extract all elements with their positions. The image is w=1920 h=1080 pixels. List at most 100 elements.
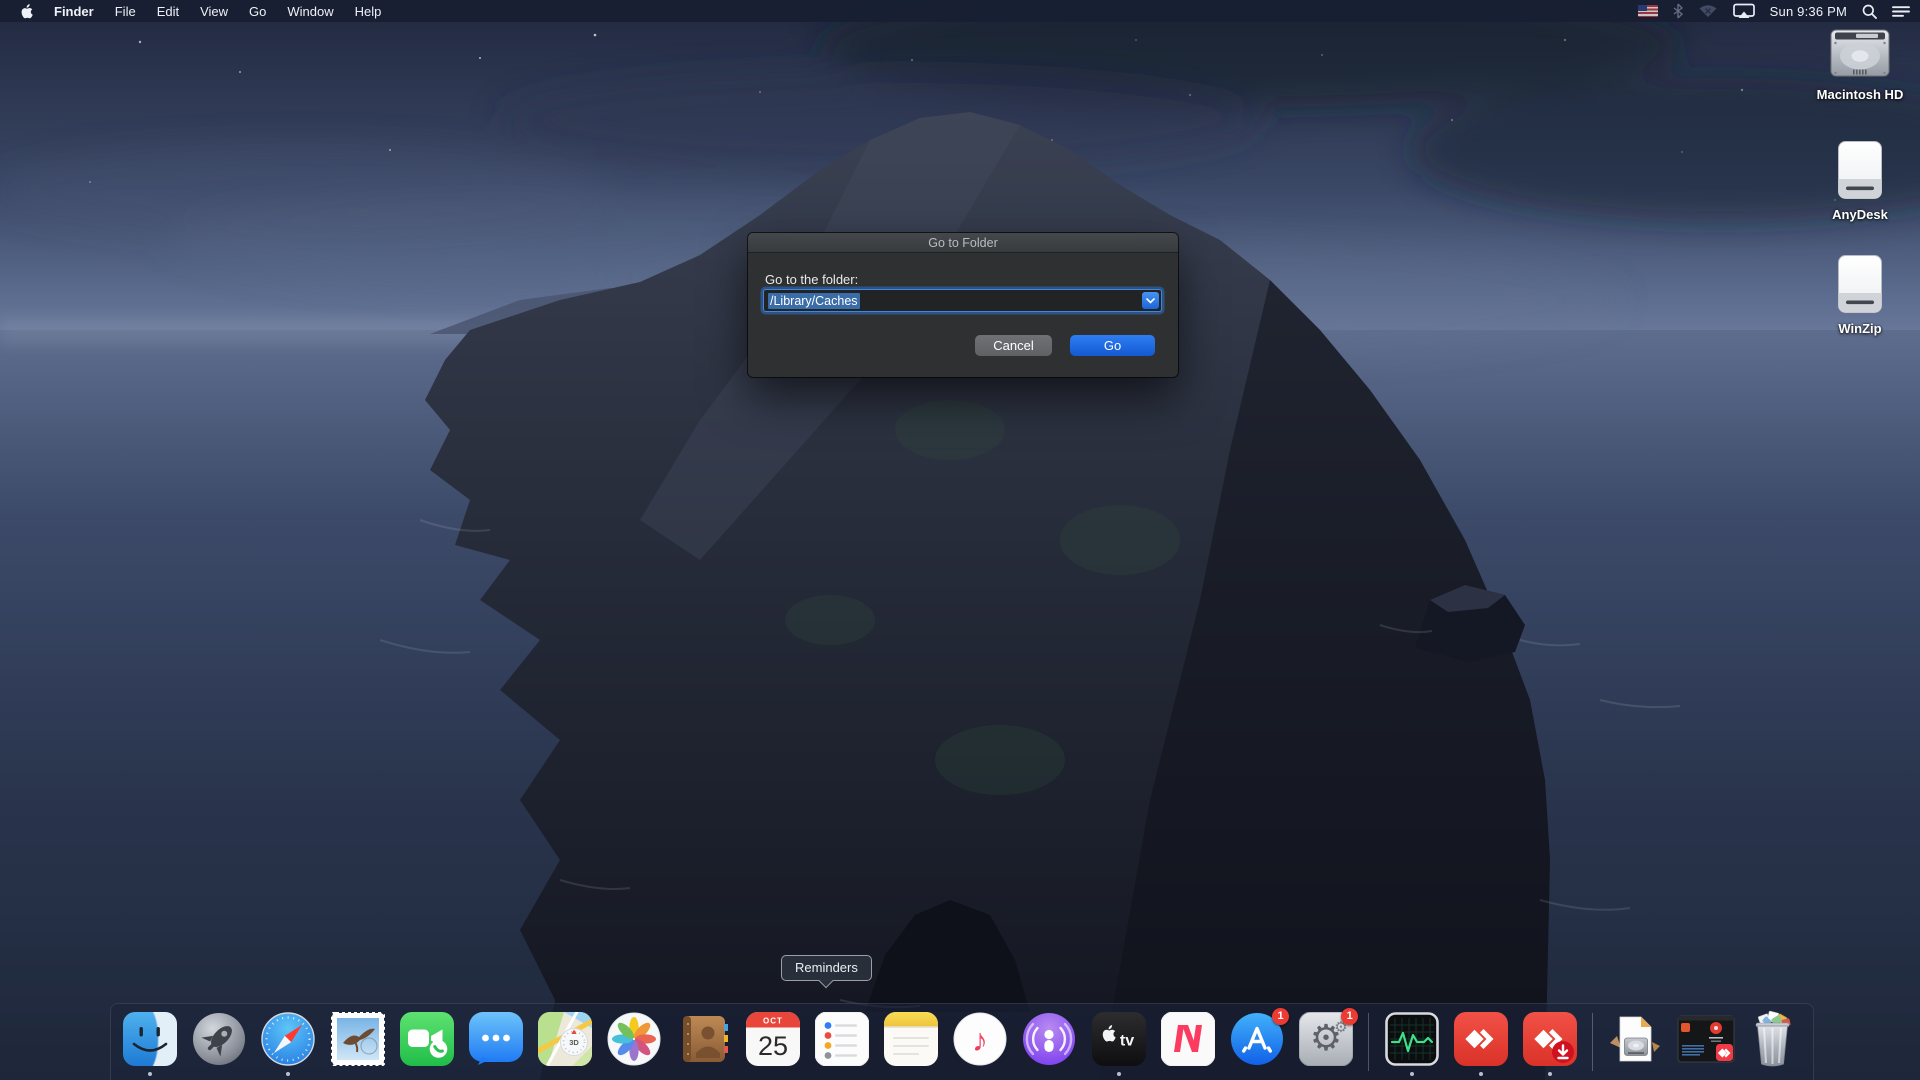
dock-anydesk-installer[interactable] xyxy=(1522,1012,1577,1078)
desktop-icon-anydesk[interactable]: AnyDesk xyxy=(1812,140,1908,222)
anydesk-icon xyxy=(1453,1012,1508,1066)
menu-item-go[interactable]: Go xyxy=(249,4,266,19)
running-indicator xyxy=(1547,1072,1552,1076)
apple-menu[interactable] xyxy=(20,3,33,19)
external-drive-icon xyxy=(1812,254,1908,314)
photos-icon xyxy=(607,1012,661,1066)
desktop-icon-winzip[interactable]: WinZip xyxy=(1812,254,1908,336)
music-icon: ♪ xyxy=(953,1012,1007,1066)
dock-separator xyxy=(1592,1013,1594,1071)
system-preferences-icon: ⚙ ⚙ 1 xyxy=(1299,1008,1359,1066)
dock-podcasts[interactable] xyxy=(1022,1012,1076,1078)
dock-launchpad[interactable] xyxy=(192,1012,246,1078)
clock[interactable]: Sun 9:36 PM xyxy=(1770,4,1847,19)
bluetooth-icon[interactable] xyxy=(1673,3,1683,19)
svg-text:♪: ♪ xyxy=(972,1022,988,1058)
messages-icon xyxy=(468,1012,523,1066)
disk-image-file-icon xyxy=(1608,1012,1662,1066)
dock-finder[interactable] xyxy=(123,1012,177,1078)
path-input-value: /Library/Caches xyxy=(768,292,860,309)
dock-maps[interactable]: 3D xyxy=(538,1012,593,1078)
us-flag-icon[interactable] xyxy=(1637,5,1658,17)
tooltip-text: Reminders xyxy=(795,960,858,975)
dock-photos[interactable] xyxy=(607,1012,661,1078)
calendar-month: OCT xyxy=(763,1017,783,1026)
menu-item-view[interactable]: View xyxy=(200,4,228,19)
maps-3d-label: 3D xyxy=(569,1038,579,1047)
dock-tooltip: Reminders xyxy=(781,955,872,981)
dock-mail[interactable] xyxy=(330,1012,385,1078)
dock-safari[interactable] xyxy=(261,1012,316,1078)
menu-item-edit[interactable]: Edit xyxy=(157,4,179,19)
launchpad-icon xyxy=(192,1012,246,1066)
path-dropdown-button[interactable] xyxy=(1142,292,1159,309)
dock-music[interactable]: ♪ xyxy=(953,1012,1007,1078)
finder-icon xyxy=(123,1012,177,1066)
apple-tv-icon: tv xyxy=(1091,1012,1146,1066)
menu-item-help[interactable]: Help xyxy=(355,4,382,19)
mail-icon xyxy=(330,1012,385,1066)
safari-icon xyxy=(261,1012,316,1066)
dock: 3D OCT 25 ♪ tv 1 ⚙ ⚙ 1 xyxy=(110,1003,1814,1080)
dock-disk-image-file[interactable] xyxy=(1608,1012,1662,1078)
dock-minimized-anydesk-window[interactable] xyxy=(1677,1012,1734,1078)
notification-badge: 1 xyxy=(1272,1008,1289,1025)
desktop[interactable]: Finder File Edit View Go Window Help Sun… xyxy=(0,0,1920,1080)
menu-item-finder[interactable]: Finder xyxy=(54,4,94,19)
trash-full-icon xyxy=(1747,1010,1801,1067)
dock-trash[interactable] xyxy=(1747,1010,1801,1078)
podcasts-icon xyxy=(1022,1012,1076,1066)
desktop-icon-label: WinZip xyxy=(1838,321,1882,336)
dock-anydesk[interactable] xyxy=(1453,1012,1508,1078)
contacts-icon xyxy=(677,1012,731,1066)
calendar-day: 25 xyxy=(758,1031,788,1061)
menu-bar: Finder File Edit View Go Window Help Sun… xyxy=(0,0,1920,22)
wallpaper-catalina-night xyxy=(0,0,1920,1080)
dock-reminders[interactable] xyxy=(814,1012,869,1078)
path-input[interactable]: /Library/Caches xyxy=(764,290,1161,311)
wifi-off-icon[interactable] xyxy=(1698,4,1718,18)
running-indicator xyxy=(1116,1072,1121,1076)
dialog-titlebar[interactable]: Go to Folder xyxy=(748,233,1178,253)
dock-apple-tv[interactable]: tv xyxy=(1091,1012,1146,1078)
desktop-icon-macintosh-hd[interactable]: Macintosh HD xyxy=(1812,28,1908,102)
dock-notes[interactable] xyxy=(884,1012,939,1078)
dock-messages[interactable] xyxy=(468,1012,523,1078)
screen-mirroring-icon[interactable] xyxy=(1732,3,1755,19)
desktop-icon-label: AnyDesk xyxy=(1832,207,1888,222)
internal-drive-icon xyxy=(1812,28,1908,80)
running-indicator xyxy=(148,1072,152,1076)
minimized-window-thumbnail xyxy=(1677,1012,1734,1066)
spotlight-search-icon[interactable] xyxy=(1862,4,1877,19)
menu-item-window[interactable]: Window xyxy=(287,4,333,19)
running-indicator xyxy=(286,1072,291,1076)
desktop-icon-label: Macintosh HD xyxy=(1816,87,1904,102)
dock-news[interactable] xyxy=(1160,1012,1215,1078)
apple-icon xyxy=(21,3,33,18)
dock-app-store[interactable]: 1 xyxy=(1230,1008,1289,1078)
dock-calendar[interactable]: OCT 25 xyxy=(745,1012,800,1078)
dialog-field-label: Go to the folder: xyxy=(765,272,859,287)
go-to-folder-dialog: Go to Folder Go to the folder: /Library/… xyxy=(748,233,1178,377)
external-drive-icon xyxy=(1812,140,1908,200)
reminders-icon xyxy=(814,1012,869,1066)
apple-tv-label: tv xyxy=(1120,1033,1134,1050)
dock-facetime[interactable] xyxy=(399,1012,454,1078)
chevron-down-icon xyxy=(1146,297,1155,304)
notes-icon xyxy=(884,1012,939,1066)
go-button[interactable]: Go xyxy=(1070,335,1155,356)
dock-separator xyxy=(1368,1013,1370,1071)
notification-center-icon[interactable] xyxy=(1892,5,1910,18)
dialog-title: Go to Folder xyxy=(928,235,998,250)
anydesk-installer-icon xyxy=(1522,1012,1577,1066)
menu-item-file[interactable]: File xyxy=(115,4,136,19)
app-store-icon: 1 xyxy=(1230,1008,1289,1066)
calendar-icon: OCT 25 xyxy=(745,1012,800,1066)
running-indicator xyxy=(1409,1072,1414,1076)
cancel-button[interactable]: Cancel xyxy=(975,335,1052,356)
maps-icon: 3D xyxy=(538,1012,593,1066)
dock-contacts[interactable] xyxy=(677,1012,731,1078)
news-icon xyxy=(1160,1012,1215,1066)
dock-system-preferences[interactable]: ⚙ ⚙ 1 xyxy=(1299,1008,1359,1078)
dock-activity-monitor[interactable] xyxy=(1384,1012,1439,1078)
